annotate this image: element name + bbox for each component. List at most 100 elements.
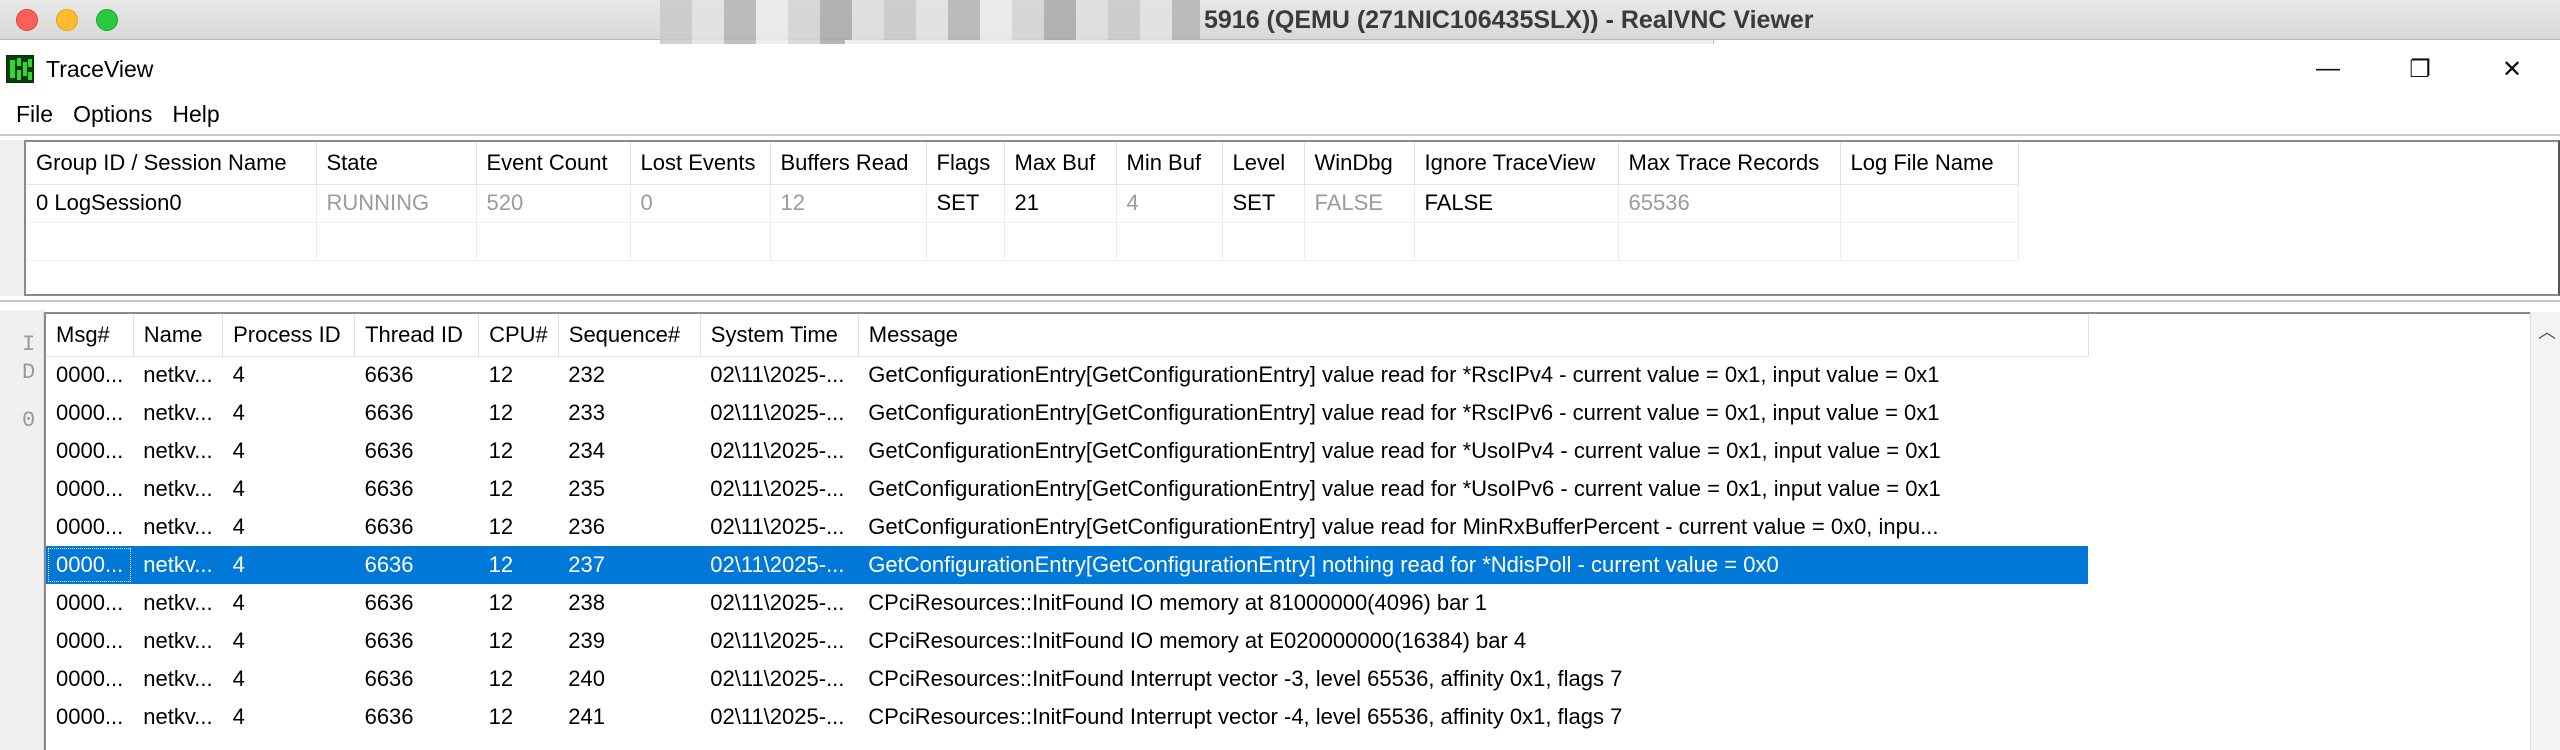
msg-number-cell: 0000... (56, 438, 124, 463)
system-time-cell: 02\11\2025-... (710, 590, 845, 615)
col-buffers-read[interactable]: Buffers Read (770, 142, 927, 185)
minimize-button[interactable]: — (2282, 44, 2374, 94)
message-cell: GetConfigurationEntry[GetConfigurationEn… (858, 546, 2089, 584)
sequence-cell: 232 (568, 362, 605, 388)
col-level[interactable]: Level (1222, 142, 1305, 185)
trace-row[interactable]: 0000... netkv... 4 6636 12 235 02\11\2025-... G… (46, 470, 2088, 508)
col-process-id[interactable]: Process ID (222, 314, 356, 357)
system-time-cell: 02\11\2025-... (710, 400, 845, 425)
message-cell: CPciResources::InitFound Interrupt vecto… (868, 704, 1623, 729)
log-file-name-cell (1840, 184, 2019, 223)
name-cell: netkv... (143, 476, 213, 501)
vnc-window-title: 5916 (QEMU (271NIC106435SLX)) - RealVNC … (1204, 6, 1814, 34)
trace-row[interactable]: 0000... netkv... 4 6636 12 234 02\11\2025-... G… (46, 432, 2088, 470)
session-row[interactable]: 0 LogSession0 RUNNING 520 0 12 SET 21 4 … (26, 184, 2019, 223)
cpu-cell: 12 (488, 666, 514, 691)
col-state[interactable]: State (316, 142, 477, 185)
traceview-app-icon (6, 55, 34, 83)
col-flags[interactable]: Flags (926, 142, 1005, 185)
system-time-cell: 02\11\2025-... (710, 704, 845, 729)
msg-number-cell: 0000... (56, 704, 124, 729)
session-state-cell: RUNNING (316, 184, 477, 223)
msg-number-cell: 0000... (56, 476, 124, 501)
trace-row[interactable]: 0000... netkv... 4 6636 12 239 02\11\2025-... C… (46, 622, 2088, 660)
minimize-icon: — (2316, 55, 2340, 82)
col-windbg[interactable]: WinDbg (1304, 142, 1415, 185)
trace-row[interactable]: 0000... netkv... 4 6636 12 236 02\11\2025-... G… (46, 508, 2088, 546)
sequence-cell: 237 (558, 546, 701, 584)
col-min-buf[interactable]: Min Buf (1116, 142, 1223, 185)
trace-message-list[interactable]: Msg# Name Process ID Thread ID CPU# Sequ… (44, 312, 2530, 750)
min-buf-cell: 4 (1116, 184, 1223, 223)
message-cell: CPciResources::InitFound IO memory at 81… (868, 590, 1488, 615)
restore-button[interactable]: ❐ (2374, 44, 2466, 94)
vnc-minimize-button[interactable] (56, 9, 78, 31)
session-list[interactable]: Group ID / Session Name State Event Coun… (24, 140, 2560, 296)
msg-number-cell: 0000... (56, 400, 124, 425)
col-lost-events[interactable]: Lost Events (630, 142, 771, 185)
menu-file[interactable]: File (6, 96, 63, 132)
thread-id-cell: 6636 (364, 590, 414, 615)
trace-row[interactable]: 0000... netkv... 4 6636 12 232 02\11\2025-... G… (46, 356, 2088, 394)
sequence-cell: 233 (568, 400, 605, 425)
cpu-cell: 12 (488, 400, 514, 425)
menu-divider (0, 134, 2560, 136)
msg-number-cell: 0000... (56, 666, 124, 691)
col-event-count[interactable]: Event Count (476, 142, 631, 185)
msg-number-cell: 0000... (56, 362, 124, 388)
windbg-cell: FALSE (1304, 184, 1415, 223)
session-empty-row (26, 222, 2019, 261)
col-sequence[interactable]: Sequence# (558, 314, 701, 357)
menu-help[interactable]: Help (162, 96, 229, 132)
close-button[interactable]: ✕ (2466, 44, 2558, 94)
col-ignore-traceview[interactable]: Ignore TraceView (1414, 142, 1619, 185)
col-log-file-name[interactable]: Log File Name (1840, 142, 2019, 185)
name-cell: netkv... (143, 400, 213, 425)
scroll-up-arrow-icon[interactable]: ︿ (2538, 318, 2556, 344)
cpu-cell: 12 (488, 628, 514, 653)
trace-row[interactable]: 0000... netkv... 4 6636 12 241 02\11\2025-... C… (46, 698, 2088, 736)
system-time-cell: 02\11\2025-... (710, 514, 845, 539)
col-max-buf[interactable]: Max Buf (1004, 142, 1117, 185)
msg-number-cell: 0000... (56, 514, 124, 539)
event-count-cell: 520 (476, 184, 631, 223)
name-cell: netkv... (143, 666, 213, 691)
process-id-cell: 4 (232, 704, 245, 729)
col-thread-id[interactable]: Thread ID (354, 314, 480, 357)
cpu-cell: 12 (488, 590, 514, 615)
vnc-close-button[interactable] (16, 9, 38, 31)
session-header-row: Group ID / Session Name State Event Coun… (26, 142, 2019, 185)
system-time-cell: 02\11\2025-... (710, 476, 845, 501)
vnc-zoom-button[interactable] (96, 9, 118, 31)
col-cpu[interactable]: CPU# (478, 314, 559, 357)
trace-pane-gutter: I D 0 (0, 310, 44, 750)
col-name[interactable]: Name (133, 314, 224, 357)
trace-row[interactable]: 0000... netkv... 4 6636 12 238 02\11\2025-... C… (46, 584, 2088, 622)
trace-row[interactable]: 0000... netkv... 4 6636 12 240 02\11\2025-... C… (46, 660, 2088, 698)
vnc-window-titlebar: 5916 (QEMU (271NIC106435SLX)) - RealVNC … (0, 0, 2560, 44)
col-system-time[interactable]: System Time (700, 314, 859, 357)
thread-id-cell: 6636 (364, 666, 414, 691)
col-message[interactable]: Message (858, 314, 2089, 357)
system-time-cell: 02\11\2025-... (700, 546, 859, 584)
col-msg-number[interactable]: Msg# (46, 314, 134, 357)
thread-id-cell: 6636 (354, 546, 479, 584)
message-cell: GetConfigurationEntry[GetConfigurationEn… (868, 400, 1940, 425)
trace-row[interactable]: 0000... netkv... 4 6636 12 233 02\11\2025-... G… (46, 394, 2088, 432)
pane-splitter[interactable] (0, 300, 2560, 302)
session-table: Group ID / Session Name State Event Coun… (26, 142, 2019, 261)
trace-row[interactable]: 0000... netkv... 4 6636 12 237 02\11\2025-... G… (46, 546, 2089, 584)
thread-id-cell: 6636 (364, 476, 414, 501)
message-cell: GetConfigurationEntry[GetConfigurationEn… (868, 362, 1940, 388)
message-cell: CPciResources::InitFound IO memory at E0… (868, 628, 1527, 653)
menu-options[interactable]: Options (63, 96, 162, 132)
trace-vertical-scrollbar[interactable]: ︿ (2530, 312, 2560, 750)
restore-icon: ❐ (2409, 55, 2431, 83)
col-group-id[interactable]: Group ID / Session Name (26, 142, 317, 185)
sequence-cell: 240 (568, 666, 605, 691)
col-max-trace-records[interactable]: Max Trace Records (1618, 142, 1841, 185)
gutter-glyph: I (22, 332, 36, 357)
level-cell: SET (1222, 184, 1305, 223)
sequence-cell: 234 (568, 438, 605, 463)
message-cell: CPciResources::InitFound Interrupt vecto… (868, 666, 1623, 691)
